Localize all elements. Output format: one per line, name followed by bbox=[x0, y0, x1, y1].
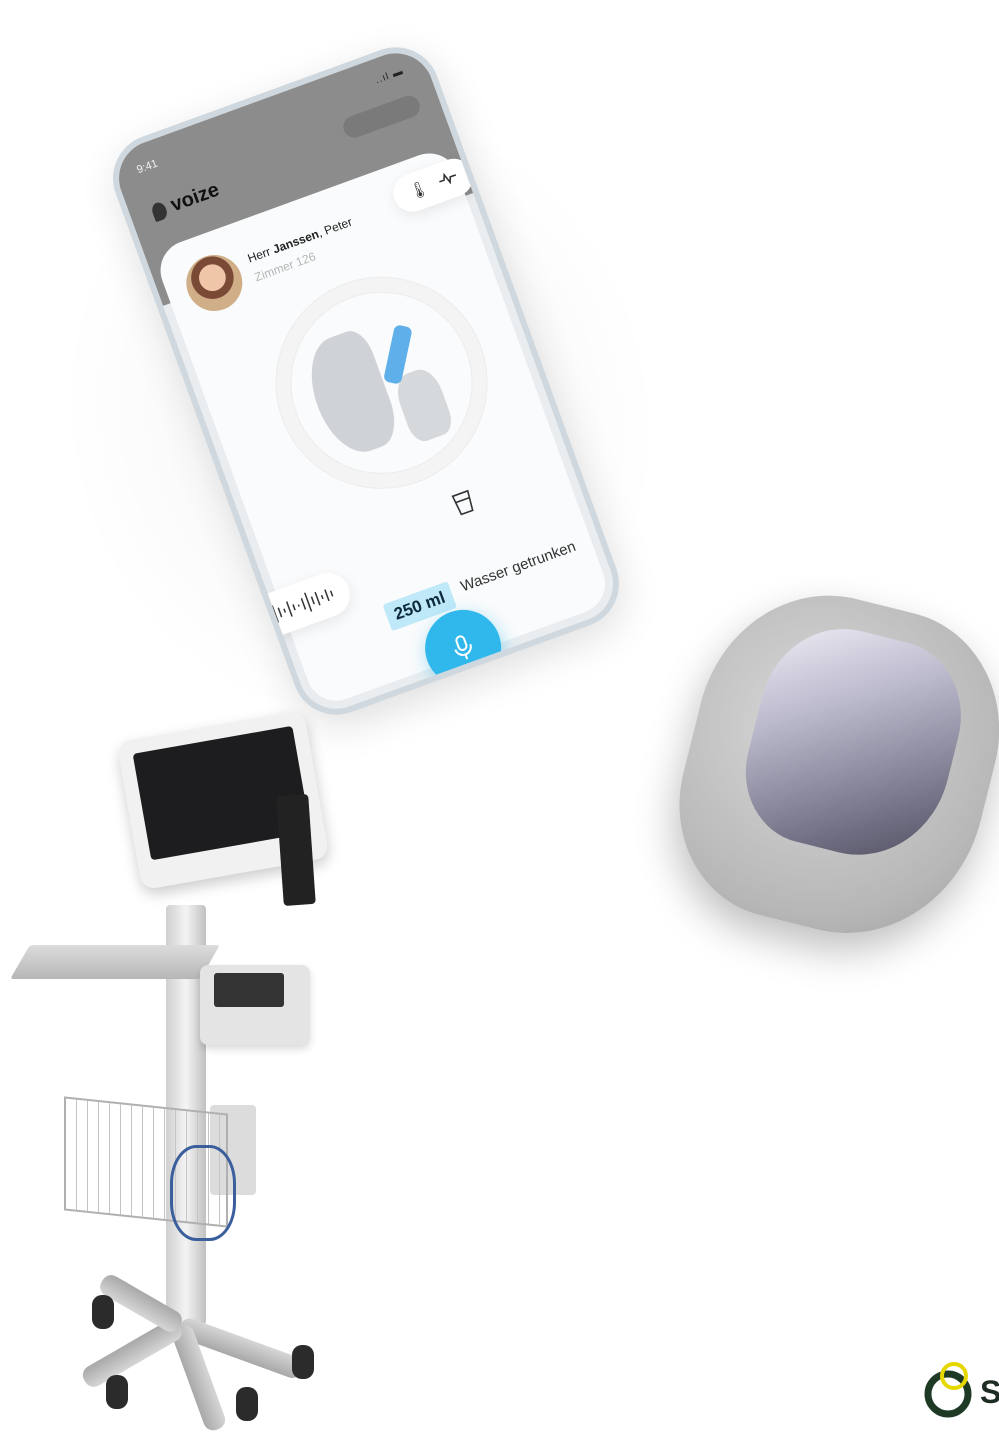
status-icons: ..ıl ▬ bbox=[373, 65, 406, 87]
cart-wheel bbox=[92, 1295, 114, 1329]
cable-coil bbox=[170, 1145, 236, 1241]
drink-label: Wasser getrunken bbox=[458, 537, 579, 596]
keyboard-tray bbox=[10, 945, 220, 979]
pulse-icon bbox=[437, 168, 460, 192]
app-logo: voize bbox=[149, 179, 223, 225]
medical-cart bbox=[10, 709, 350, 1435]
brand-logo: S bbox=[918, 1360, 999, 1424]
microphone-icon bbox=[454, 635, 472, 660]
vitals-button[interactable]: 🌡 bbox=[388, 153, 479, 218]
voize-logo-icon bbox=[149, 200, 170, 222]
status-time: 9:41 bbox=[135, 157, 160, 177]
thermometer-icon: 🌡 bbox=[406, 179, 432, 203]
patient-salutation: Herr bbox=[245, 244, 273, 266]
app-name: voize bbox=[167, 178, 223, 217]
cart-wheel bbox=[292, 1345, 314, 1379]
glass-icon bbox=[451, 489, 474, 516]
avatar[interactable] bbox=[178, 247, 251, 319]
brand-logo-icon bbox=[924, 1362, 972, 1418]
brand-logo-text: S bbox=[980, 1373, 999, 1410]
cart-wheel bbox=[236, 1387, 258, 1421]
header-pill[interactable] bbox=[340, 92, 423, 141]
vitals-module bbox=[200, 965, 310, 1045]
face-silhouette bbox=[297, 325, 404, 463]
patient-first-name: , Peter bbox=[315, 214, 354, 240]
speaking-illustration bbox=[264, 266, 499, 500]
cart-wheel bbox=[106, 1375, 128, 1409]
module-screen bbox=[214, 973, 284, 1007]
speaker-glass-top bbox=[730, 611, 978, 874]
